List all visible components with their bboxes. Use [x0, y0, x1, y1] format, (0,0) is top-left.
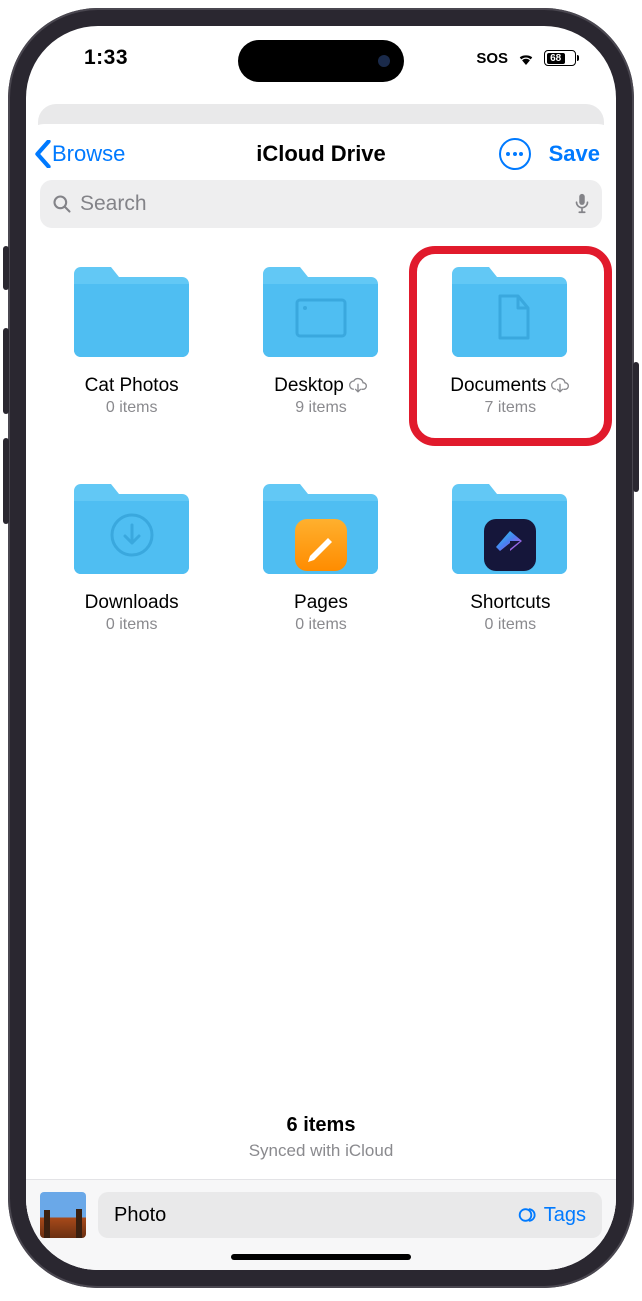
folder-icon [66, 477, 198, 586]
folder-name: Pages [294, 592, 348, 614]
folder-name: Desktop [274, 375, 344, 397]
cloud-download-icon [348, 377, 368, 395]
folder-grid: Cat Photos 0 items Desktop 9 items Documents… [26, 234, 616, 634]
more-button[interactable] [499, 138, 531, 170]
status-sos: SOS [476, 50, 508, 67]
folder-item-count: 0 items [485, 616, 537, 634]
cloud-download-icon [550, 377, 570, 395]
folder-cat-photos[interactable]: Cat Photos 0 items [44, 260, 219, 417]
filename-field[interactable]: Photo [114, 1204, 166, 1227]
folder-item-count: 9 items [295, 399, 347, 417]
wifi-icon [516, 51, 536, 65]
folder-icon [255, 477, 387, 586]
folder-desktop[interactable]: Desktop 9 items [233, 260, 408, 417]
folder-name: Downloads [85, 592, 179, 614]
back-button[interactable]: Browse [34, 140, 125, 168]
sync-status: Synced with iCloud [26, 1141, 616, 1161]
folder-icon [66, 260, 198, 369]
tags-button[interactable]: Tags [518, 1204, 586, 1227]
folder-name: Shortcuts [470, 592, 550, 614]
item-count: 6 items [26, 1114, 616, 1137]
search-input[interactable] [80, 192, 566, 216]
file-thumbnail[interactable] [40, 1192, 86, 1238]
back-label: Browse [52, 141, 125, 167]
microphone-icon[interactable] [574, 193, 590, 215]
home-indicator[interactable] [231, 1254, 411, 1260]
status-time: 1:33 [84, 46, 128, 70]
save-sheet: Browse iCloud Drive Save Cat Photos 0 ite… [26, 124, 616, 1270]
folder-item-count: 7 items [485, 399, 537, 417]
dynamic-island [238, 40, 404, 82]
save-button[interactable]: Save [549, 141, 600, 167]
filename-row: Photo Tags [98, 1192, 602, 1238]
summary: 6 items Synced with iCloud [26, 1114, 616, 1179]
screen: 1:33 SOS 68 Browse iCloud Drive Save [26, 26, 616, 1270]
tag-icon [518, 1205, 538, 1225]
folder-documents[interactable]: Documents 7 items [423, 260, 598, 417]
folder-icon [255, 260, 387, 369]
folder-downloads[interactable]: Downloads 0 items [44, 477, 219, 634]
folder-name: Documents [450, 375, 546, 397]
nav-bar: Browse iCloud Drive Save [26, 124, 616, 180]
folder-name: Cat Photos [85, 375, 179, 397]
battery-icon: 68 [544, 50, 576, 66]
pages-app-icon [295, 519, 347, 571]
folder-pages[interactable]: Pages 0 items [233, 477, 408, 634]
chevron-left-icon [34, 140, 52, 168]
shortcuts-app-icon [484, 519, 536, 571]
folder-icon [444, 477, 576, 586]
search-icon [52, 194, 72, 214]
folder-item-count: 0 items [106, 399, 158, 417]
folder-item-count: 0 items [106, 616, 158, 634]
tags-label: Tags [544, 1204, 586, 1227]
folder-shortcuts[interactable]: Shortcuts 0 items [423, 477, 598, 634]
folder-icon [444, 260, 576, 369]
search-field[interactable] [40, 180, 602, 228]
folder-item-count: 0 items [295, 616, 347, 634]
iphone-frame: 1:33 SOS 68 Browse iCloud Drive Save [8, 8, 634, 1288]
